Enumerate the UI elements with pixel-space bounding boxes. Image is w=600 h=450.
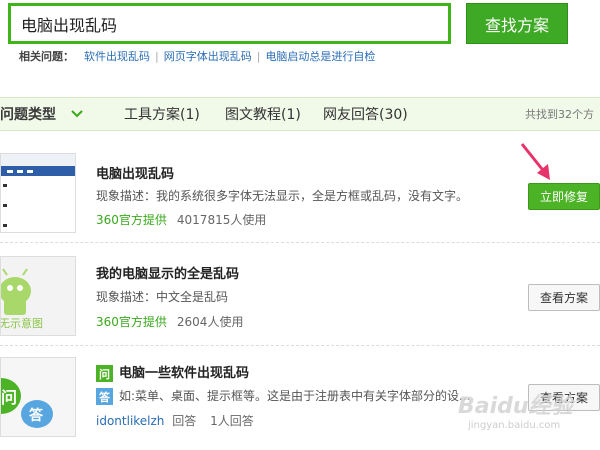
result-count: 共找到32个方 <box>525 108 594 121</box>
pointer-arrow-icon <box>520 143 550 180</box>
tab-tutorials[interactable]: 图文教程(1) <box>225 98 301 130</box>
related-link-selfcheck[interactable]: 电脑启动总是进行自检 <box>265 48 375 64</box>
tab-tools[interactable]: 工具方案(1) <box>124 98 200 130</box>
answer-label: 回答 <box>172 414 197 428</box>
result-description: 现象描述：我的系统很多字体无法显示，全是方框或乱码，没有文字。 <box>96 189 469 203</box>
related-questions: 相关问题： 软件出现乱码 | 网页字体出现乱码 | 电脑启动总是进行自检 <box>19 48 375 64</box>
result-title[interactable]: 电脑出现乱码 <box>96 163 174 182</box>
qa-thumbnail: 问 答 <box>0 357 76 437</box>
view-solution-button[interactable]: 查看方案 <box>528 284 600 311</box>
related-label: 相关问题： <box>19 50 74 63</box>
search-button[interactable]: 查找方案 <box>466 3 568 44</box>
result-title[interactable]: 电脑一些软件出现乱码 <box>119 366 249 381</box>
placeholder-thumbnail: 无示意图 <box>0 256 76 336</box>
chevron-down-icon <box>70 107 84 121</box>
result-meta: 360官方提供 2604人使用 <box>96 313 243 330</box>
result-source: 360官方提供 <box>96 213 167 227</box>
result-description: 现象描述：中文全是乱码 <box>96 290 229 304</box>
related-link-webfont[interactable]: 网页字体出现乱码 <box>164 48 252 64</box>
answer-user-link[interactable]: idontlikelzh <box>96 414 164 428</box>
divider <box>0 242 600 243</box>
result-usage: 4017815人使用 <box>176 213 267 227</box>
result-description: 如:菜单、桌面、提示框等。这是由于注册表中有关字体部分的设... <box>119 389 471 403</box>
result-title[interactable]: 我的电脑显示的全是乱码 <box>96 263 239 282</box>
result-item: 问 答 问电脑一些软件出现乱码 答如:菜单、桌面、提示框等。这是由于注册表中有关… <box>0 347 600 447</box>
separator: | <box>155 49 159 63</box>
search-input[interactable] <box>11 6 448 41</box>
no-image-label: 无示意图 <box>0 317 43 330</box>
search-box <box>8 3 451 44</box>
problem-type-label: 问题类型 <box>0 107 56 123</box>
result-source: 360官方提供 <box>96 315 167 329</box>
result-meta: idontlikelzh 回答 1人回答 <box>96 412 254 429</box>
result-item: 电脑出现乱码 现象描述：我的系统很多字体无法显示，全是方框或乱码，没有文字。 3… <box>0 143 600 243</box>
filter-bar: 问题类型 工具方案(1) 图文教程(1) 网友回答(30) 共找到32个方 <box>0 97 600 131</box>
screenshot-thumbnail <box>0 153 76 233</box>
separator: | <box>256 49 261 63</box>
tab-answers[interactable]: 网友回答(30) <box>323 98 408 130</box>
fix-now-button[interactable]: 立即修复 <box>528 183 600 210</box>
answer-badge: 答 <box>96 388 113 405</box>
divider <box>0 345 600 346</box>
result-title-row: 问电脑一些软件出现乱码 <box>96 362 249 382</box>
question-glyph: 问 <box>1 388 18 407</box>
related-link-software[interactable]: 软件出现乱码 <box>84 48 150 64</box>
answer-row: 答如:菜单、桌面、提示框等。这是由于注册表中有关字体部分的设... <box>96 387 471 405</box>
problem-type-dropdown[interactable]: 问题类型 <box>0 98 84 130</box>
answer-glyph: 答 <box>29 408 43 424</box>
question-badge: 问 <box>96 365 113 382</box>
view-solution-button[interactable]: 查看方案 <box>528 384 600 411</box>
result-usage: 2604人使用 <box>176 315 244 329</box>
answer-count: 1人回答 <box>210 414 254 428</box>
result-item: 无示意图 我的电脑显示的全是乱码 现象描述：中文全是乱码 360官方提供 2604… <box>0 246 600 346</box>
result-meta: 360官方提供 4017815人使用 <box>96 211 266 228</box>
